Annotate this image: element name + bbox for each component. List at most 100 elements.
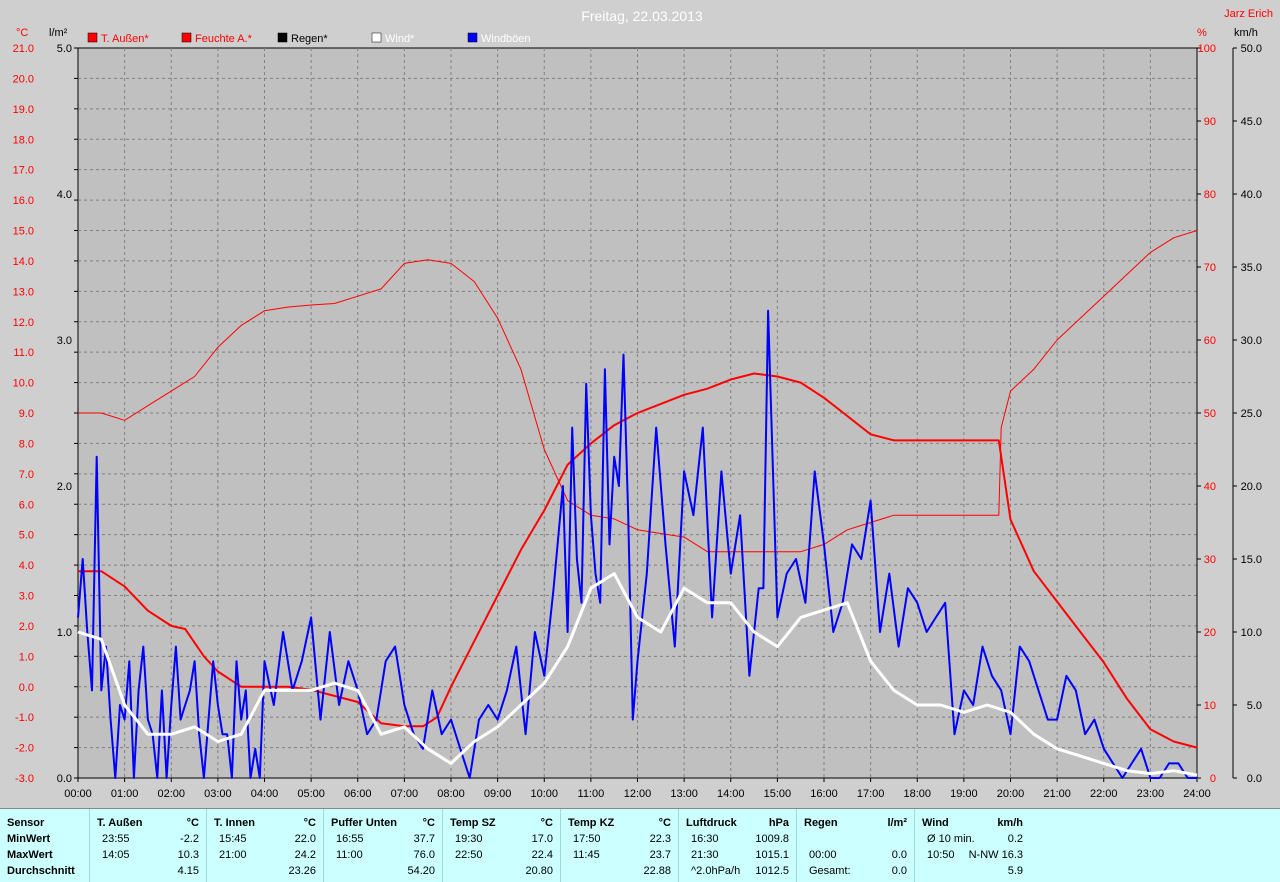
time-tick-label: 24:00 xyxy=(1183,788,1211,800)
temp-tick-label: 0.0 xyxy=(19,682,34,694)
table-row: 22.88 xyxy=(561,863,679,879)
column-header: Sensor xyxy=(7,817,45,829)
table-column: Temp SZ °C 19:30 17.0 22:50 22.4 20.80 xyxy=(442,809,561,882)
table-column: T. Außen °C 23:55 -2.2 14:05 10.3 4.15 xyxy=(89,809,207,882)
table-row: MinWert xyxy=(0,831,89,847)
column-unit: °C xyxy=(658,817,671,829)
cell-time: 17:50 xyxy=(573,833,601,845)
humidity-tick-label: 50 xyxy=(1204,408,1216,420)
rain-tick-label: 5.0 xyxy=(57,43,72,55)
column-header: Wind xyxy=(922,817,949,829)
cell-time: 14:05 xyxy=(102,849,130,861)
time-tick-label: 07:00 xyxy=(391,788,419,800)
temp-tick-label: 16.0 xyxy=(13,195,34,207)
time-tick-label: 17:00 xyxy=(857,788,885,800)
time-tick-label: 20:00 xyxy=(997,788,1025,800)
column-header: T. Innen xyxy=(214,817,255,829)
temp-tick-label: 2.0 xyxy=(19,621,34,633)
rain-tick-label: 0.0 xyxy=(57,773,72,785)
rain-tick-label: 2.0 xyxy=(57,481,72,493)
cell-value: 1015.1 xyxy=(755,849,789,861)
time-tick-label: 22:00 xyxy=(1090,788,1118,800)
table-header: T. Innen °C xyxy=(207,815,324,831)
table-row: 10:50 N-NW 16.3 xyxy=(915,847,1031,863)
wind-tick-label: 35.0 xyxy=(1241,262,1262,274)
cell-time: 16:30 xyxy=(691,833,719,845)
legend-label: Regen* xyxy=(291,33,328,45)
temp-tick-label: -3.0 xyxy=(15,773,34,785)
humidity-tick-label: 60 xyxy=(1204,335,1216,347)
rain-tick-label: 4.0 xyxy=(57,189,72,201)
chart-author: Jarz Erich xyxy=(1224,8,1273,20)
cell-value: 10.3 xyxy=(177,849,199,861)
legend-swatch xyxy=(277,32,288,43)
rain-tick-label: 3.0 xyxy=(57,335,72,347)
legend-swatch xyxy=(467,32,478,43)
table-row: 16:55 37.7 xyxy=(324,831,443,847)
humidity-tick-label: 80 xyxy=(1204,189,1216,201)
temp-tick-label: 3.0 xyxy=(19,591,34,603)
wind-tick-label: 25.0 xyxy=(1241,408,1262,420)
temp-tick-label: 6.0 xyxy=(19,499,34,511)
temp-unit-label: °C xyxy=(16,27,28,39)
humidity-tick-label: 20 xyxy=(1204,627,1216,639)
wind-tick-label: 30.0 xyxy=(1241,335,1262,347)
table-row xyxy=(797,831,915,847)
wind-tick-label: 5.0 xyxy=(1247,700,1262,712)
time-tick-label: 16:00 xyxy=(810,788,838,800)
cell-value: 1012.5 xyxy=(755,865,789,877)
humidity-tick-label: 0 xyxy=(1210,773,1216,785)
cell-time: 23:55 xyxy=(102,833,130,845)
time-tick-label: 12:00 xyxy=(624,788,652,800)
cell-value: 20.80 xyxy=(525,865,553,877)
legend-swatch xyxy=(87,32,98,43)
table-header: Regen l/m² xyxy=(797,815,915,831)
temp-tick-label: 15.0 xyxy=(13,226,34,238)
table-row: 22:50 22.4 xyxy=(443,847,561,863)
cell-value: 4.15 xyxy=(177,865,199,877)
wind-tick-label: 45.0 xyxy=(1241,116,1262,128)
cell-value: 22.88 xyxy=(643,865,671,877)
column-unit: °C xyxy=(303,817,316,829)
table-row: 16:30 1009.8 xyxy=(679,831,797,847)
cell-time: 16:55 xyxy=(336,833,364,845)
humidity-tick-label: 100 xyxy=(1198,43,1216,55)
table-row: 5.9 xyxy=(915,863,1031,879)
temp-tick-label: 21.0 xyxy=(13,43,34,55)
cell-value: 76.0 xyxy=(413,849,435,861)
temp-tick-label: -2.0 xyxy=(15,743,34,755)
column-header: T. Außen xyxy=(97,817,143,829)
temp-tick-label: 4.0 xyxy=(19,560,34,572)
table-row: 21:30 1015.1 xyxy=(679,847,797,863)
table-row: Gesamt: 0.0 xyxy=(797,863,915,879)
column-header: Temp SZ xyxy=(450,817,496,829)
temp-tick-label: -1.0 xyxy=(15,712,34,724)
temp-tick-label: 18.0 xyxy=(13,134,34,146)
chart-title: Freitag, 22.03.2013 xyxy=(581,8,703,24)
cell-value: 0.0 xyxy=(891,849,907,861)
table-row: 23:55 -2.2 xyxy=(90,831,207,847)
rain-tick-label: 1.0 xyxy=(57,627,72,639)
time-tick-label: 11:00 xyxy=(578,788,605,800)
time-tick-label: 19:00 xyxy=(950,788,978,800)
column-unit: km/h xyxy=(997,817,1023,829)
cell-value: 0.0 xyxy=(891,865,907,877)
time-tick-label: 02:00 xyxy=(157,788,185,800)
wind-tick-label: 20.0 xyxy=(1241,481,1262,493)
table-row: ^2.0hPa/h 1012.5 xyxy=(679,863,797,879)
humidity-tick-label: 70 xyxy=(1204,262,1216,274)
table-header: Temp KZ °C xyxy=(561,815,679,831)
cell-value: 0.2 xyxy=(1007,833,1023,845)
cell-time: 21:00 xyxy=(219,849,247,861)
cell-time: 11:45 xyxy=(573,849,600,861)
temp-tick-label: 9.0 xyxy=(19,408,34,420)
wind-tick-label: 50.0 xyxy=(1241,43,1262,55)
temp-tick-label: 7.0 xyxy=(19,469,34,481)
temp-tick-label: 13.0 xyxy=(13,286,34,298)
temp-tick-label: 17.0 xyxy=(13,165,34,177)
wind-tick-label: 40.0 xyxy=(1241,189,1262,201)
table-row: 14:05 10.3 xyxy=(90,847,207,863)
time-tick-label: 10:00 xyxy=(530,788,558,800)
cell-time: Ø 10 min. xyxy=(927,833,975,845)
legend-label: Wind* xyxy=(385,33,415,45)
